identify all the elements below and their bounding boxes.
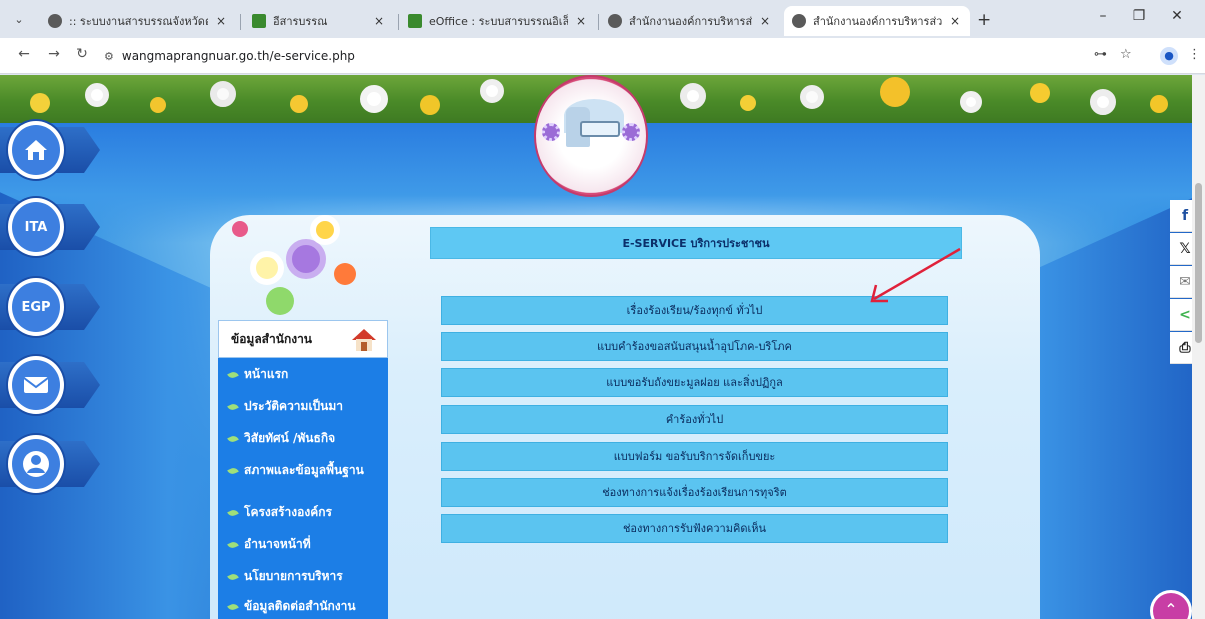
menu-item-label: นโยบายการบริหาร (244, 569, 343, 583)
menu-item-authority[interactable]: อำนาจหน้าที่ (227, 537, 384, 551)
eservice-button-water-request[interactable]: แบบคำร้องขอสนับสนุนน้ำอุปโภค-บริโภค (441, 332, 948, 361)
tab-title: อีสารบรรณ (273, 15, 328, 28)
user-icon (8, 435, 64, 493)
menu-item-contact[interactable]: ข้อมูลติดต่อสำนักงาน (227, 599, 384, 613)
eservice-button-waste-bin[interactable]: แบบขอรับถังขยะมูลฝอย และสิ่งปฏิกูล (441, 368, 948, 397)
browser-tab-2[interactable]: อีสารบรรณ × (244, 6, 394, 36)
tab-divider (598, 14, 599, 30)
site-settings-icon[interactable]: ⚙ (104, 50, 114, 63)
minimize-icon[interactable]: – (1088, 8, 1118, 24)
restore-icon[interactable]: ❐ (1124, 8, 1154, 24)
menu-item-label: สภาพและข้อมูลพื้นฐาน (244, 463, 364, 477)
browser-tab-1[interactable]: :: ระบบงานสารบรรณจังหวัดตรัง × (40, 6, 236, 36)
leaf-bullet-icon (227, 571, 239, 582)
browser-tab-4[interactable]: สำนักงานองค์การบริหารส่วนตำบลวัง × (600, 6, 780, 36)
close-icon[interactable]: × (758, 14, 772, 28)
eservice-button-garbage-service[interactable]: แบบฟอร์ม ขอรับบริการจัดเก็บขยะ (441, 442, 948, 471)
tab-divider (240, 14, 241, 30)
office-info-menu: ข้อมูลสำนักงาน หน้าแรก ประวัติความเป็นมา… (218, 320, 388, 619)
page-scrollbar[interactable] (1192, 75, 1205, 619)
ita-button[interactable]: ITA (0, 196, 100, 258)
organization-emblem (534, 75, 648, 197)
close-icon[interactable]: × (214, 14, 228, 28)
email-button[interactable] (0, 354, 100, 416)
globe-icon (608, 14, 622, 28)
ita-icon: ITA (8, 198, 64, 256)
menu-item-label: วิสัยทัศน์ /พันธกิจ (244, 431, 336, 445)
menu-item-label: ประวัติความเป็นมา (244, 399, 344, 413)
globe-icon (792, 14, 806, 28)
reload-icon[interactable]: ↻ (72, 46, 92, 62)
tab-search-icon[interactable]: ⌄ (10, 11, 28, 29)
flower-bouquet-decoration (230, 215, 380, 325)
home-button[interactable] (0, 119, 100, 181)
menu-item-policy[interactable]: นโยบายการบริหาร (227, 569, 384, 583)
leaf-bullet-icon (227, 369, 239, 380)
back-icon[interactable]: ← (14, 46, 34, 62)
menu-item-label: โครงสร้างองค์กร (244, 505, 332, 519)
bookmark-star-icon[interactable]: ☆ (1120, 47, 1132, 62)
red-arrow-annotation (870, 247, 961, 303)
site-favicon-icon (252, 14, 266, 28)
leaf-bullet-icon (227, 465, 239, 476)
tab-title: eOffice : ระบบสารบรรณอิเล็กทรอนิ (429, 15, 568, 28)
password-key-icon[interactable]: ⊶ (1094, 47, 1107, 62)
menu-item-label: หน้าแรก (244, 367, 289, 381)
close-icon[interactable]: × (574, 14, 588, 28)
tab-strip: ⌄ :: ระบบงานสารบรรณจังหวัดตรัง × อีสารบร… (0, 0, 1205, 38)
eservice-button-feedback[interactable]: ช่องทางการรับฟังความคิดเห็น (441, 514, 948, 543)
menu-item-structure[interactable]: โครงสร้างองค์กร (227, 505, 384, 519)
profile-avatar-icon[interactable]: ● (1160, 47, 1178, 65)
leaf-bullet-icon (227, 401, 239, 412)
address-bar[interactable]: ⚙ wangmaprangnuar.go.th/e-service.php (104, 45, 1144, 67)
menu-item-history[interactable]: ประวัติความเป็นมา (227, 399, 384, 413)
leaf-bullet-icon (227, 601, 239, 612)
egp-icon: EGP (8, 278, 64, 336)
forward-icon[interactable]: → (44, 46, 64, 62)
leaf-bullet-icon (227, 539, 239, 550)
tab-title: :: ระบบงานสารบรรณจังหวัดตรัง (69, 15, 208, 28)
scrollbar-thumb[interactable] (1195, 183, 1202, 343)
tab-title: สำนักงานองค์การบริหารส่วนตำบลวัง (629, 15, 752, 28)
close-icon[interactable]: × (948, 14, 962, 28)
browser-tab-3[interactable]: eOffice : ระบบสารบรรณอิเล็กทรอนิ × (400, 6, 596, 36)
tab-divider (398, 14, 399, 30)
page-viewport: ITA EGP ข้อมูลสำนักงาน หน้าแรก ประวัติคว… (0, 75, 1205, 619)
url-text[interactable]: wangmaprangnuar.go.th/e-service.php (122, 49, 355, 63)
window-close-icon[interactable]: ✕ (1162, 8, 1192, 24)
menu-item-basic-info[interactable]: สภาพและข้อมูลพื้นฐาน (227, 463, 384, 477)
eservice-button-general-request[interactable]: คำร้องทั่วไป (441, 405, 948, 434)
menu-item-home[interactable]: หน้าแรก (227, 367, 384, 381)
home-icon (8, 121, 64, 179)
eservice-button-corruption-report[interactable]: ช่องทางการแจ้งเรื่องร้องเรียนการทุจริต (441, 478, 948, 507)
egp-button[interactable]: EGP (0, 276, 100, 338)
globe-icon (48, 14, 62, 28)
menu-item-vision[interactable]: วิสัยทัศน์ /พันธกิจ (227, 431, 384, 445)
email-icon (8, 356, 64, 414)
menu-item-label: ข้อมูลติดต่อสำนักงาน (244, 599, 356, 613)
eoffice-favicon-icon (408, 14, 422, 28)
tab-title: สำนักงานองค์การบริหารส่วนตำบลวัง (813, 15, 942, 28)
leaf-bullet-icon (227, 507, 239, 518)
browser-menu-icon[interactable]: ⋮ (1188, 47, 1201, 62)
new-tab-button[interactable]: + (977, 10, 991, 30)
browser-toolbar: ← → ↻ ⚙ wangmaprangnuar.go.th/e-service.… (0, 38, 1205, 74)
user-button[interactable] (0, 433, 100, 495)
menu-header-title: ข้อมูลสำนักงาน (231, 331, 313, 346)
browser-tab-active[interactable]: สำนักงานองค์การบริหารส่วนตำบลวัง × (784, 6, 970, 36)
menu-item-label: อำนาจหน้าที่ (244, 537, 311, 551)
house-icon (352, 329, 376, 351)
menu-header: ข้อมูลสำนักงาน (218, 320, 388, 358)
close-icon[interactable]: × (372, 14, 386, 28)
leaf-bullet-icon (227, 433, 239, 444)
